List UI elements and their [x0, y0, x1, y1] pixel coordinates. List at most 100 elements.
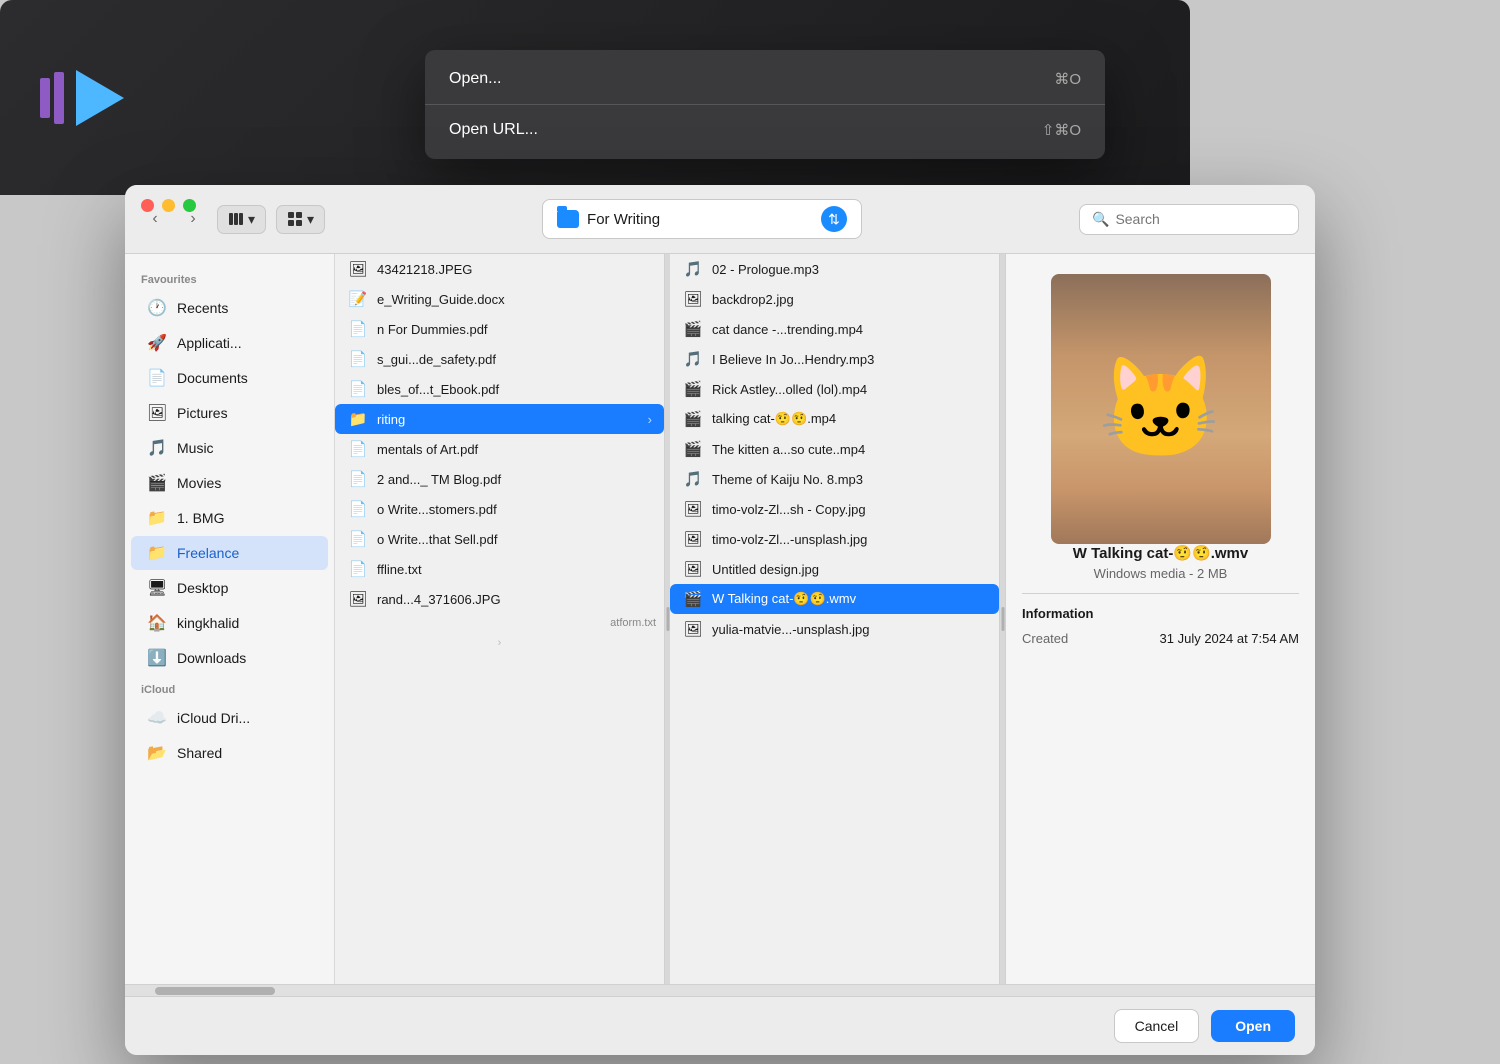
- list-item[interactable]: 🎵 I Believe In Jo...Hendry.mp3: [670, 344, 999, 374]
- search-bar[interactable]: 🔍: [1079, 204, 1299, 235]
- list-item[interactable]: 📄 ffline.txt: [335, 554, 664, 584]
- file-icon: 🎬: [682, 320, 704, 338]
- sidebar-item-documents[interactable]: 📄 Documents: [131, 361, 328, 395]
- folder-icon: [557, 210, 579, 228]
- location-bar: For Writing ⇅: [335, 199, 1069, 239]
- file-name: o Write...stomers.pdf: [377, 502, 652, 517]
- horizontal-scrollbar[interactable]: [125, 984, 1315, 996]
- menu-open-url-label: Open URL...: [449, 121, 538, 139]
- sidebar: Favourites 🕐 Recents 🚀 Applicati... 📄 Do…: [125, 254, 335, 984]
- sidebar-item-downloads[interactable]: ⬇️ Downloads: [131, 641, 328, 675]
- sidebar-item-shared-label: Shared: [177, 745, 222, 761]
- file-icon: 🎬: [682, 590, 704, 608]
- list-item[interactable]: 📄 bles_of...t_Ebook.pdf: [335, 374, 664, 404]
- list-item[interactable]: 📄 n For Dummies.pdf: [335, 314, 664, 344]
- sidebar-item-pictures[interactable]: 🖼 Pictures: [131, 396, 328, 430]
- sidebar-item-shared[interactable]: 📂 Shared: [131, 736, 328, 770]
- file-name: bles_of...t_Ebook.pdf: [377, 382, 652, 397]
- list-item[interactable]: 🖼 rand...4_371606.JPG: [335, 584, 664, 614]
- list-item[interactable]: 🎬 Rick Astley...olled (lol).mp4: [670, 374, 999, 404]
- sidebar-item-bmg[interactable]: 📁 1. BMG: [131, 501, 328, 535]
- list-item[interactable]: 📄 o Write...that Sell.pdf: [335, 524, 664, 554]
- list-item[interactable]: 🖼 43421218.JPEG: [335, 254, 664, 284]
- list-item[interactable]: 📄 s_gui...de_safety.pdf: [335, 344, 664, 374]
- file-icon: 📄: [347, 470, 369, 488]
- file-icon: 🎵: [682, 260, 704, 278]
- list-item[interactable]: 🎬 cat dance -...trending.mp4: [670, 314, 999, 344]
- open-button[interactable]: Open: [1211, 1010, 1295, 1042]
- list-item[interactable]: 📄 2 and..._ TM Blog.pdf: [335, 464, 664, 494]
- list-item[interactable]: 📝 e_Writing_Guide.docx: [335, 284, 664, 314]
- list-item[interactable]: 🎵 02 - Prologue.mp3: [670, 254, 999, 284]
- sidebar-item-movies-label: Movies: [177, 475, 221, 491]
- context-menu: Open... ⌘O Open URL... ⇧⌘O: [425, 50, 1105, 159]
- resize-grip-2: [1001, 607, 1004, 631]
- sidebar-item-kingkhalid[interactable]: 🏠 kingkhalid: [131, 606, 328, 640]
- sidebar-item-icloud-drive[interactable]: ☁️ iCloud Dri...: [131, 701, 328, 735]
- sidebar-item-applications-label: Applicati...: [177, 335, 242, 351]
- freelance-icon: 📁: [147, 543, 167, 563]
- column-view-button[interactable]: ▾: [217, 205, 266, 234]
- file-name: 43421218.JPEG: [377, 262, 652, 277]
- file-name: backdrop2.jpg: [712, 292, 987, 307]
- pause-bar-1: [40, 78, 50, 118]
- recents-icon: 🕐: [147, 298, 167, 318]
- file-icon: 📄: [347, 560, 369, 578]
- column-resize-handle-1[interactable]: [665, 254, 670, 984]
- list-item[interactable]: 🎵 Theme of Kaiju No. 8.mp3: [670, 464, 999, 494]
- file-icon: 📄: [347, 440, 369, 458]
- list-item[interactable]: 🎬 talking cat-🤨🤨.mp4: [670, 404, 999, 434]
- bmg-icon: 📁: [147, 508, 167, 528]
- list-item[interactable]: 🖼 backdrop2.jpg: [670, 284, 999, 314]
- file-name: timo-volz-Zl...-unsplash.jpg: [712, 532, 987, 547]
- icloud-icon: ☁️: [147, 708, 167, 728]
- list-item[interactable]: 📄 mentals of Art.pdf: [335, 434, 664, 464]
- file-name: Rick Astley...olled (lol).mp4: [712, 382, 987, 397]
- sidebar-item-kingkhalid-label: kingkhalid: [177, 615, 239, 631]
- preview-info-row: Created 31 July 2024 at 7:54 AM: [1022, 629, 1299, 648]
- menu-item-open-url[interactable]: Open URL... ⇧⌘O: [425, 109, 1105, 151]
- preview-info-value: 31 July 2024 at 7:54 AM: [1160, 631, 1299, 646]
- list-item[interactable]: 🖼 timo-volz-Zl...sh - Copy.jpg: [670, 494, 999, 524]
- close-button[interactable]: [141, 199, 154, 212]
- sidebar-item-desktop[interactable]: 🖥 Desktop: [131, 571, 328, 605]
- column-view-icon: [228, 211, 244, 227]
- preview-subtitle: Windows media - 2 MB: [1094, 566, 1228, 581]
- list-item[interactable]: 🖼 Untitled design.jpg: [670, 554, 999, 584]
- menu-item-open[interactable]: Open... ⌘O: [425, 58, 1105, 100]
- folder-icon: 📁: [347, 410, 369, 428]
- search-input[interactable]: [1115, 211, 1275, 227]
- file-column-1: 🖼 43421218.JPEG 📝 e_Writing_Guide.docx 📄…: [335, 254, 665, 984]
- list-item-wmv-selected[interactable]: 🎬 W Talking cat-🤨🤨.wmv: [670, 584, 999, 614]
- location-pill[interactable]: For Writing ⇅: [542, 199, 862, 239]
- resize-grip: [666, 607, 669, 631]
- sidebar-item-applications[interactable]: 🚀 Applicati...: [131, 326, 328, 360]
- list-item[interactable]: 🎬 The kitten a...so cute..mp4: [670, 434, 999, 464]
- sidebar-item-movies[interactable]: 🎬 Movies: [131, 466, 328, 500]
- window-controls: [141, 199, 196, 212]
- scrollbar-thumb[interactable]: [155, 987, 275, 995]
- column-resize-handle-2[interactable]: [1000, 254, 1005, 984]
- sidebar-item-downloads-label: Downloads: [177, 650, 246, 666]
- sidebar-item-recents[interactable]: 🕐 Recents: [131, 291, 328, 325]
- sidebar-item-freelance[interactable]: 📁 Freelance: [131, 536, 328, 570]
- file-name: W Talking cat-🤨🤨.wmv: [712, 591, 987, 607]
- sidebar-item-music[interactable]: 🎵 Music: [131, 431, 328, 465]
- list-item[interactable]: 📄 o Write...stomers.pdf: [335, 494, 664, 524]
- list-item-writing-folder[interactable]: 📁 riting ›: [335, 404, 664, 434]
- content-area: Favourites 🕐 Recents 🚀 Applicati... 📄 Do…: [125, 254, 1315, 984]
- preview-image: [1051, 274, 1271, 544]
- minimize-button[interactable]: [162, 199, 175, 212]
- music-icon: 🎵: [147, 438, 167, 458]
- location-expand-button[interactable]: ⇅: [821, 206, 847, 232]
- pause-bar-2: [54, 72, 64, 124]
- list-item[interactable]: 🖼 yulia-matvie...-unsplash.jpg: [670, 614, 999, 644]
- column1-expand-arrow[interactable]: ›: [498, 637, 502, 649]
- cancel-button[interactable]: Cancel: [1114, 1009, 1200, 1043]
- sidebar-item-freelance-label: Freelance: [177, 545, 239, 561]
- preview-info-section: Information Created 31 July 2024 at 7:54…: [1022, 593, 1299, 648]
- file-icon: 🖼: [682, 500, 704, 518]
- maximize-button[interactable]: [183, 199, 196, 212]
- grid-view-button[interactable]: ▾: [276, 205, 325, 234]
- list-item[interactable]: 🖼 timo-volz-Zl...-unsplash.jpg: [670, 524, 999, 554]
